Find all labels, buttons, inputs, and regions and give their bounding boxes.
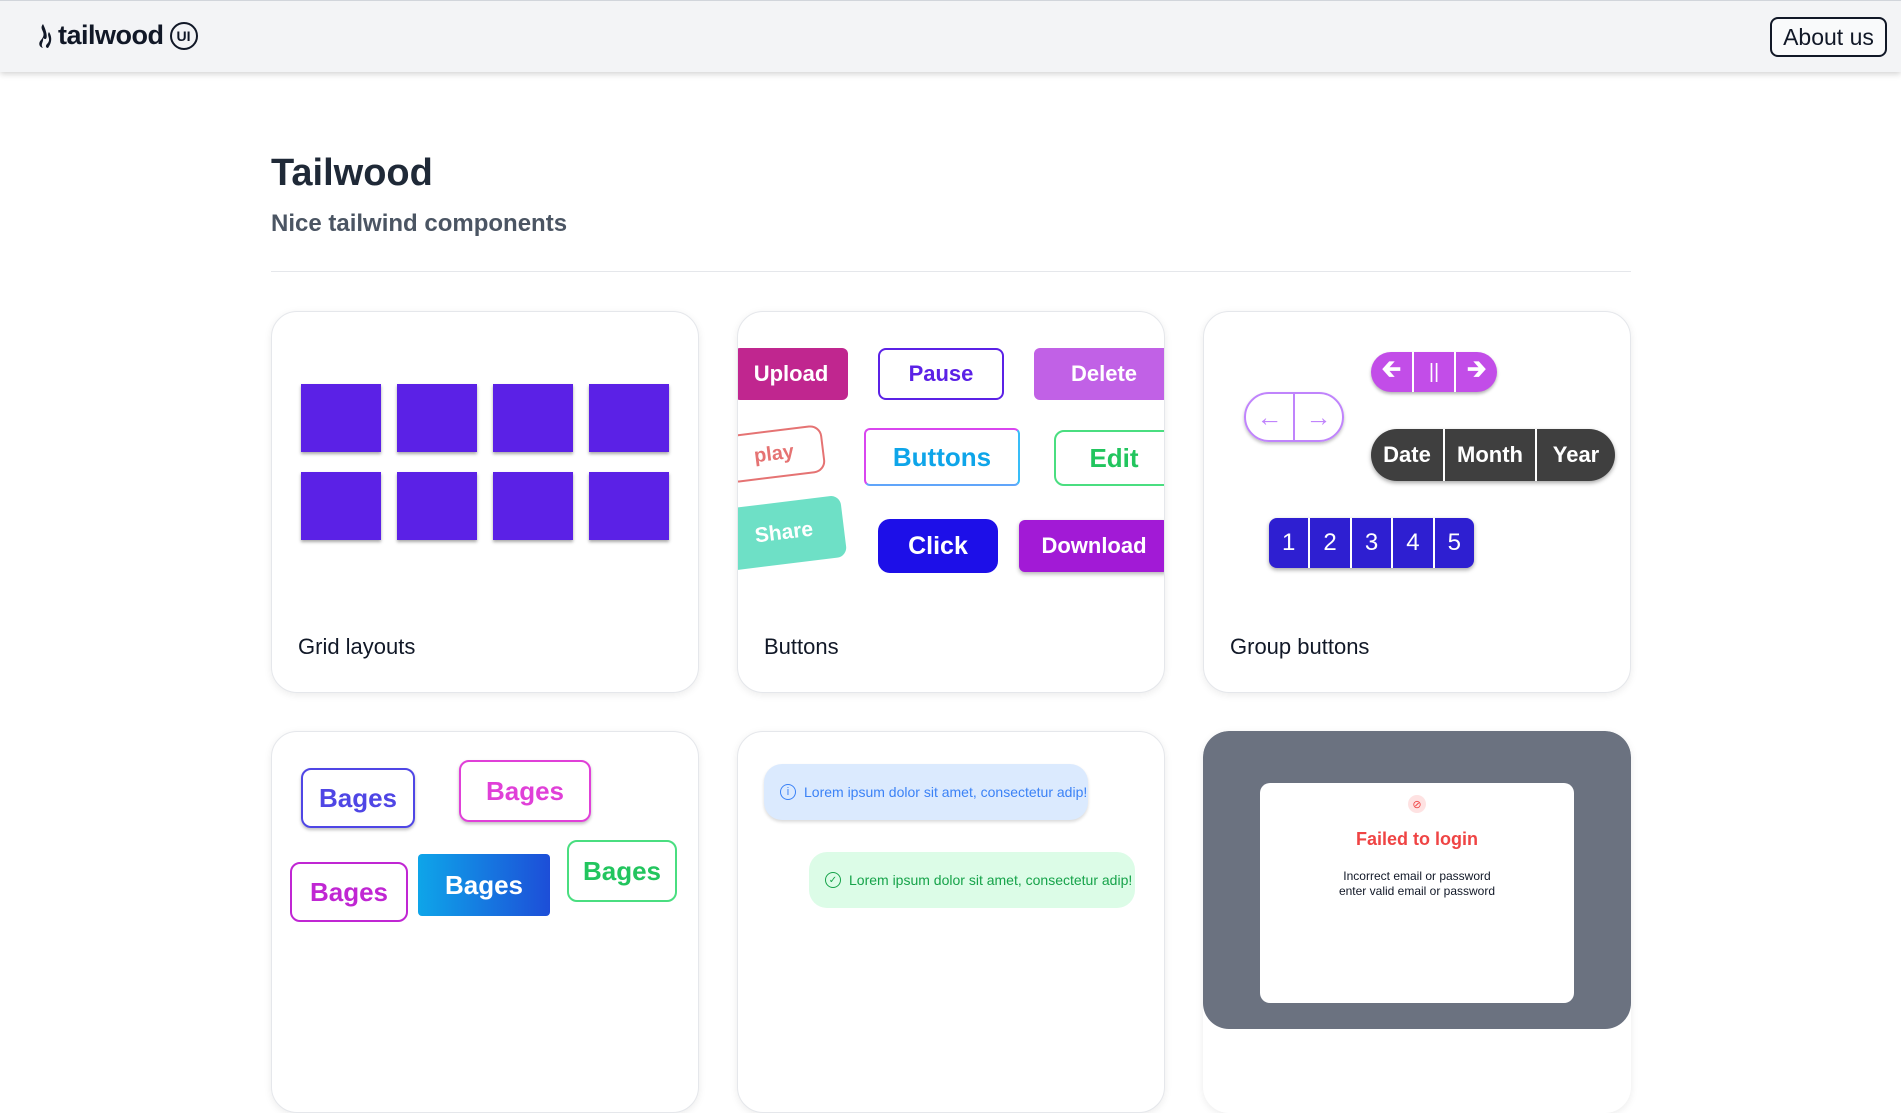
badge: Bages <box>459 760 591 822</box>
arrow-forward-icon: 🡲 <box>1466 355 1487 383</box>
card-grid-layouts[interactable]: Grid layouts <box>271 311 699 693</box>
grid-square <box>397 472 477 540</box>
page-1: 1 <box>1269 518 1311 568</box>
buttons-preview: Upload Pause Delete play Buttons Edit Sh… <box>738 312 1164 610</box>
success-alert-text: Lorem ipsum dolor sit amet, consectetur … <box>849 872 1133 888</box>
modal-message-line1: Incorrect email or password <box>1343 869 1491 883</box>
grid-preview <box>272 312 698 610</box>
arrow-left-icon: ← <box>1246 394 1295 440</box>
modal-preview: ⊘ Failed to login Incorrect email or pas… <box>1203 731 1631 1029</box>
card-title: Grid layouts <box>298 634 416 659</box>
pause-icon: || <box>1414 352 1457 392</box>
card-title: Group buttons <box>1230 634 1370 659</box>
modal-dialog: ⊘ Failed to login Incorrect email or pas… <box>1260 783 1574 1003</box>
grid-square <box>397 384 477 452</box>
play-sample-button: play <box>738 424 827 484</box>
info-alert: i Lorem ipsum dolor sit amet, consectetu… <box>764 764 1088 820</box>
media-control-group: 🡰 || 🡲 <box>1371 352 1497 392</box>
check-circle-icon: ✓ <box>825 872 841 888</box>
info-alert-text: Lorem ipsum dolor sit amet, consectetur … <box>804 784 1088 800</box>
card-alerts[interactable]: i Lorem ipsum dolor sit amet, consectetu… <box>737 731 1165 1113</box>
outline-arrow-group: ← → <box>1244 392 1344 442</box>
about-us-button[interactable]: About us <box>1770 17 1887 57</box>
success-alert: ✓ Lorem ipsum dolor sit amet, consectetu… <box>809 852 1135 908</box>
brand-ui-badge: UI <box>169 21 198 50</box>
year-segment: Year <box>1552 442 1600 467</box>
card-buttons[interactable]: Upload Pause Delete play Buttons Edit Sh… <box>737 311 1165 693</box>
page-4: 4 <box>1393 518 1435 568</box>
brand-logo[interactable]: tailwood UI <box>34 20 198 51</box>
modal-title: Failed to login <box>1356 829 1478 849</box>
click-sample-button: Click <box>878 519 998 573</box>
info-icon: i <box>780 784 796 800</box>
alerts-preview: i Lorem ipsum dolor sit amet, consectetu… <box>738 732 1164 1030</box>
card-modals[interactable]: ⊘ Failed to login Incorrect email or pas… <box>1203 731 1631 1113</box>
badge: Bages <box>290 862 408 922</box>
pause-sample-button: Pause <box>878 348 1004 400</box>
card-group-buttons[interactable]: ← → 🡰 || 🡲 Date Month Year 1 2 3 4 5 Gro… <box>1203 311 1631 693</box>
grid-square <box>589 384 669 452</box>
badge: Bages <box>418 854 550 916</box>
brand-name: tailwood <box>58 20 164 50</box>
pagination-group: 1 2 3 4 5 <box>1269 518 1474 568</box>
badges-preview: Bages Bages Bages Bages Bages <box>272 732 698 1030</box>
hero-divider <box>271 271 1631 272</box>
date-segment: Date <box>1371 429 1445 481</box>
month-segment: Month <box>1445 429 1537 481</box>
grid-square <box>301 472 381 540</box>
card-badges[interactable]: Bages Bages Bages Bages Bages <box>271 731 699 1113</box>
top-navbar: tailwood UI About us <box>0 0 1901 72</box>
date-range-group: Date Month Year <box>1371 429 1615 481</box>
block-icon: ⊘ <box>1408 795 1426 813</box>
card-title: Buttons <box>764 634 839 659</box>
grid-square <box>301 384 381 452</box>
upload-sample-button: Upload <box>738 348 848 400</box>
buttons-sample-button: Buttons <box>864 428 1020 486</box>
share-sample-button: Share <box>738 494 848 572</box>
group-buttons-preview: ← → 🡰 || 🡲 Date Month Year 1 2 3 4 5 <box>1204 312 1630 610</box>
badge: Bages <box>567 840 677 902</box>
grid-square <box>493 472 573 540</box>
badge: Bages <box>301 768 415 828</box>
page-2: 2 <box>1310 518 1352 568</box>
grid-square <box>589 472 669 540</box>
modal-message-line2: enter valid email or password <box>1338 884 1496 898</box>
delete-sample-button: Delete <box>1034 348 1164 400</box>
edit-sample-button: Edit <box>1054 430 1164 486</box>
page-title: Tailwood <box>271 152 433 194</box>
page-5: 5 <box>1447 529 1461 556</box>
download-sample-button: Download <box>1019 520 1164 572</box>
grid-square <box>493 384 573 452</box>
page-3: 3 <box>1352 518 1394 568</box>
arrow-back-icon: 🡰 <box>1371 352 1414 392</box>
flame-logo-icon <box>39 23 52 48</box>
page-subtitle: Nice tailwind components <box>271 210 568 237</box>
arrow-right-icon: → <box>1305 401 1332 432</box>
